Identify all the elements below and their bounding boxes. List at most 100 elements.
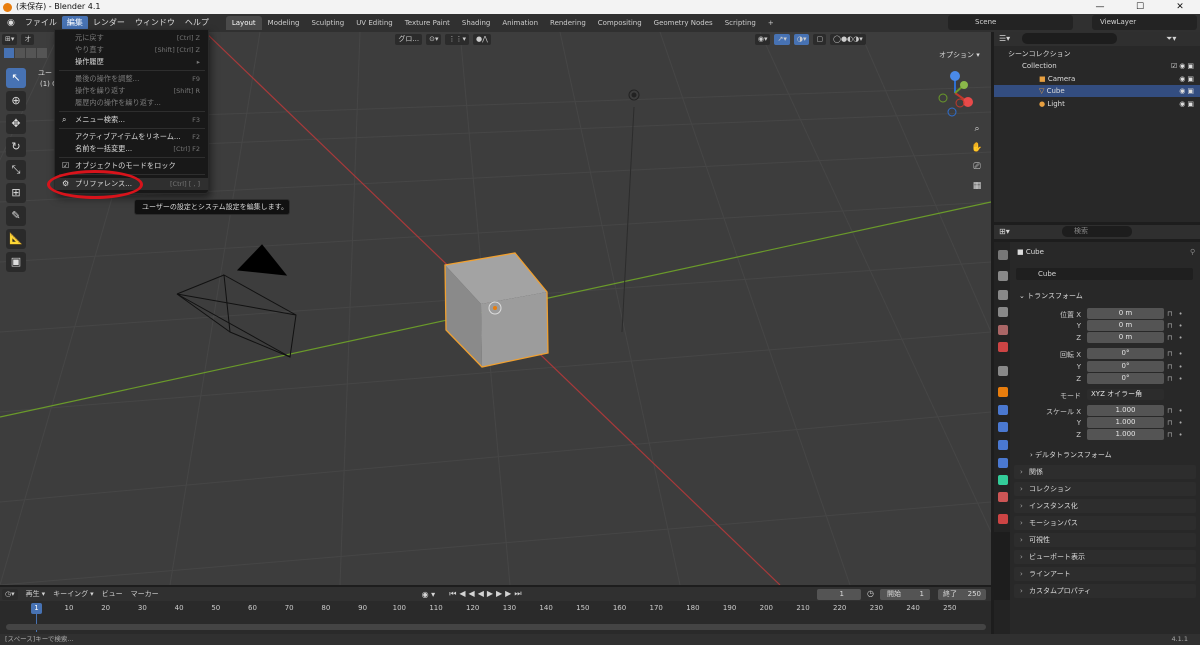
- object-tab-icon[interactable]: [998, 387, 1008, 397]
- select-extend-icon[interactable]: [15, 48, 25, 58]
- tool-tab-icon[interactable]: [998, 250, 1008, 260]
- maximize-button[interactable]: ☐: [1120, 0, 1160, 14]
- outliner-row-collection[interactable]: Collection ☑◉▣: [994, 60, 1200, 72]
- current-frame-indicator[interactable]: 1: [31, 603, 42, 614]
- menu-edit[interactable]: 編集: [61, 16, 88, 30]
- camera-view-icon[interactable]: ⎚: [969, 159, 985, 175]
- menu-item-redo[interactable]: やり直す [Shift] [Ctrl] Z: [55, 44, 208, 56]
- minimize-button[interactable]: —: [1080, 0, 1120, 14]
- properties-search-input[interactable]: 検索: [1062, 226, 1132, 237]
- datablock-name-field[interactable]: Cube: [1016, 268, 1193, 280]
- viewlayer-selector[interactable]: ViewLayer: [1092, 15, 1197, 30]
- rotation-y-field[interactable]: 0°: [1087, 361, 1164, 372]
- lock-icon[interactable]: ⊓•: [1167, 419, 1189, 427]
- delta-transform-subpanel[interactable]: › デルタトランスフォーム: [1030, 450, 1112, 460]
- overlay-toggle-icon[interactable]: ◑▾: [793, 33, 810, 45]
- navigation-gizmo[interactable]: [930, 68, 980, 118]
- outliner-row-cube[interactable]: ▽ Cube ◉▣: [994, 85, 1200, 97]
- clock-icon[interactable]: ◷: [867, 589, 874, 598]
- cursor-tool-icon[interactable]: ⊕: [6, 91, 26, 111]
- properties-editor-icon[interactable]: ⊞▾: [999, 227, 1010, 236]
- options-dropdown[interactable]: オプション ▾: [939, 50, 980, 60]
- menu-item-batch-rename[interactable]: 名前を一括変更... [Ctrl] F2: [55, 143, 208, 155]
- select-subtract-icon[interactable]: [26, 48, 36, 58]
- location-z-field[interactable]: 0 m: [1087, 332, 1164, 343]
- tab-modeling[interactable]: Modeling: [262, 16, 306, 30]
- panel-relations[interactable]: 関係: [1014, 465, 1196, 479]
- scale-y-field[interactable]: 1.000: [1087, 417, 1164, 428]
- panel-visibility[interactable]: 可視性: [1014, 533, 1196, 547]
- menu-item-undo-history[interactable]: 操作履歴 ▸: [55, 56, 208, 68]
- physics-tab-icon[interactable]: [998, 440, 1008, 450]
- close-button[interactable]: ✕: [1160, 0, 1200, 14]
- measure-tool-icon[interactable]: 📐: [6, 229, 26, 249]
- visibility-icons[interactable]: ◉▣: [1179, 98, 1196, 110]
- rotation-x-field[interactable]: 0°: [1087, 348, 1164, 359]
- render-tab-icon[interactable]: [998, 271, 1008, 281]
- menu-window[interactable]: ウィンドウ: [130, 16, 180, 30]
- tab-shading[interactable]: Shading: [456, 16, 496, 30]
- tab-animation[interactable]: Animation: [496, 16, 544, 30]
- menu-item-undo[interactable]: 元に戻す [Ctrl] Z: [55, 32, 208, 44]
- menu-item-search[interactable]: ⌕ メニュー検索... F3: [55, 114, 208, 126]
- pan-hand-icon[interactable]: ✋: [969, 140, 985, 156]
- current-frame-field[interactable]: 1: [817, 589, 861, 600]
- outliner-row-camera[interactable]: ■ Camera ◉▣: [994, 73, 1200, 85]
- timeline-editor-icon[interactable]: ◷▾: [2, 588, 18, 600]
- timeline-scrollbar[interactable]: [6, 624, 986, 630]
- tab-layout[interactable]: Layout: [225, 16, 262, 30]
- panel-instancing[interactable]: インスタンス化: [1014, 499, 1196, 513]
- frame-end-field[interactable]: 終了 250: [938, 589, 986, 600]
- menu-item-adjust-last[interactable]: 最後の操作を調整... F9: [55, 73, 208, 85]
- data-tab-icon[interactable]: [998, 475, 1008, 485]
- menu-item-rename-active[interactable]: アクティブアイテムをリネーム... F2: [55, 131, 208, 143]
- outliner-search-input[interactable]: [1022, 33, 1117, 44]
- panel-line-art[interactable]: ラインアート: [1014, 567, 1196, 581]
- proportional-edit-icon[interactable]: ●⋀: [472, 33, 491, 45]
- rotation-z-field[interactable]: 0°: [1087, 373, 1164, 384]
- filter-icon[interactable]: ⏷▾: [1166, 34, 1176, 44]
- lock-icon[interactable]: ⊓•: [1167, 363, 1189, 371]
- playback-menu[interactable]: 再生: [26, 589, 40, 599]
- lock-icon[interactable]: ⊓•: [1167, 322, 1189, 330]
- constraints-tab-icon[interactable]: [998, 458, 1008, 468]
- menu-item-repeat[interactable]: 操作を繰り返す [Shift] R: [55, 85, 208, 97]
- move-tool-icon[interactable]: ✥: [6, 114, 26, 134]
- location-y-field[interactable]: 0 m: [1087, 320, 1164, 331]
- scene-selector[interactable]: Scene: [948, 15, 1073, 30]
- marker-menu[interactable]: マーカー: [131, 589, 159, 599]
- output-tab-icon[interactable]: [998, 290, 1008, 300]
- select-tool-icon[interactable]: ↖: [6, 68, 26, 88]
- outliner-row-light[interactable]: ● Light ◉▣: [994, 98, 1200, 110]
- lock-icon[interactable]: ⊓•: [1167, 334, 1189, 342]
- particles-tab-icon[interactable]: [998, 422, 1008, 432]
- tab-compositing[interactable]: Compositing: [592, 16, 648, 30]
- select-invert-icon[interactable]: [37, 48, 47, 58]
- panel-custom-properties[interactable]: カスタムプロパティ: [1014, 584, 1196, 598]
- scale-x-field[interactable]: 1.000: [1087, 405, 1164, 416]
- transform-tool-icon[interactable]: ⊞: [6, 183, 26, 203]
- scale-z-field[interactable]: 1.000: [1087, 429, 1164, 440]
- pin-icon[interactable]: ⚲: [1190, 248, 1195, 256]
- lock-icon[interactable]: ⊓•: [1167, 310, 1189, 318]
- scale-tool-icon[interactable]: ⤡: [6, 160, 26, 180]
- world-tab-icon[interactable]: [998, 342, 1008, 352]
- lock-icon[interactable]: ⊓•: [1167, 407, 1189, 415]
- panel-collections[interactable]: コレクション: [1014, 482, 1196, 496]
- menu-file[interactable]: ファイル: [20, 16, 62, 30]
- scene-tab-icon[interactable]: [998, 325, 1008, 335]
- collection-tab-icon[interactable]: [998, 366, 1008, 376]
- tab-scripting[interactable]: Scripting: [719, 16, 762, 30]
- keying-menu[interactable]: キーイング: [53, 589, 88, 599]
- menu-render[interactable]: レンダー: [88, 16, 130, 30]
- auto-key-icon[interactable]: ◉ ▾: [422, 590, 436, 599]
- select-new-icon[interactable]: [4, 48, 14, 58]
- snap-icon[interactable]: ⋮⋮▾: [445, 33, 469, 45]
- orientation-selector[interactable]: グロ...: [395, 33, 423, 45]
- annotate-tool-icon[interactable]: ✎: [6, 206, 26, 226]
- menu-help[interactable]: ヘルプ: [180, 16, 214, 30]
- modifier-tab-icon[interactable]: [998, 405, 1008, 415]
- outliner-editor-icon[interactable]: ☰▾: [999, 34, 1010, 43]
- transform-panel-header[interactable]: ⌄ トランスフォーム: [1019, 291, 1083, 301]
- tab-rendering[interactable]: Rendering: [544, 16, 592, 30]
